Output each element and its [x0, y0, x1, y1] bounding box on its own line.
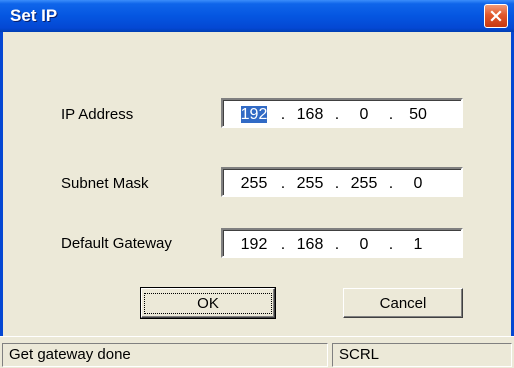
- octet-separator: .: [334, 236, 340, 253]
- status-bar: Get gateway done SCRL: [0, 336, 514, 368]
- octet-separator: .: [388, 175, 394, 192]
- octet-separator: .: [388, 106, 394, 123]
- ip-address-octet-1[interactable]: 192: [240, 106, 268, 123]
- octet-separator: .: [280, 175, 286, 192]
- octet-separator: .: [388, 236, 394, 253]
- ok-button-label: OK: [144, 292, 272, 314]
- ok-button[interactable]: OK: [140, 287, 276, 319]
- dialog-body: IP Address 192 . 168 . 0 . 50 Subnet Mas…: [0, 32, 514, 336]
- default-gateway-octet-3[interactable]: 0: [347, 235, 381, 254]
- default-gateway-label: Default Gateway: [61, 235, 172, 252]
- octet-separator: .: [334, 106, 340, 123]
- subnet-mask-octet-4[interactable]: 0: [401, 174, 435, 193]
- subnet-mask-label: Subnet Mask: [61, 175, 149, 192]
- title-bar[interactable]: Set IP: [0, 0, 514, 32]
- ip-address-label: IP Address: [61, 106, 134, 123]
- default-gateway-octet-1[interactable]: 192: [237, 235, 271, 254]
- octet-separator: .: [334, 175, 340, 192]
- default-gateway-octet-2[interactable]: 168: [293, 235, 327, 254]
- default-gateway-field[interactable]: 192 . 168 . 0 . 1: [221, 228, 463, 258]
- octet-separator: .: [280, 236, 286, 253]
- subnet-mask-octet-2[interactable]: 255: [293, 174, 327, 193]
- subnet-mask-field[interactable]: 255 . 255 . 255 . 0: [221, 167, 463, 197]
- ip-address-field[interactable]: 192 . 168 . 0 . 50: [221, 98, 463, 128]
- ip-address-octet-3[interactable]: 0: [347, 105, 381, 124]
- subnet-mask-octet-3[interactable]: 255: [347, 174, 381, 193]
- cancel-button[interactable]: Cancel: [343, 288, 463, 318]
- ip-address-octet-4[interactable]: 50: [401, 105, 435, 124]
- status-message: Get gateway done: [2, 343, 328, 367]
- status-indicator-scrl: SCRL: [332, 343, 512, 367]
- ip-address-octet-2[interactable]: 168: [293, 105, 327, 124]
- subnet-mask-octet-1[interactable]: 255: [237, 174, 271, 193]
- close-icon: [490, 10, 502, 22]
- octet-separator: .: [280, 106, 286, 123]
- default-gateway-octet-4[interactable]: 1: [401, 235, 435, 254]
- window-title: Set IP: [10, 6, 58, 25]
- set-ip-dialog: Set IP IP Address 192 . 168 . 0 . 50 Sub…: [0, 0, 514, 368]
- close-button[interactable]: [484, 4, 508, 28]
